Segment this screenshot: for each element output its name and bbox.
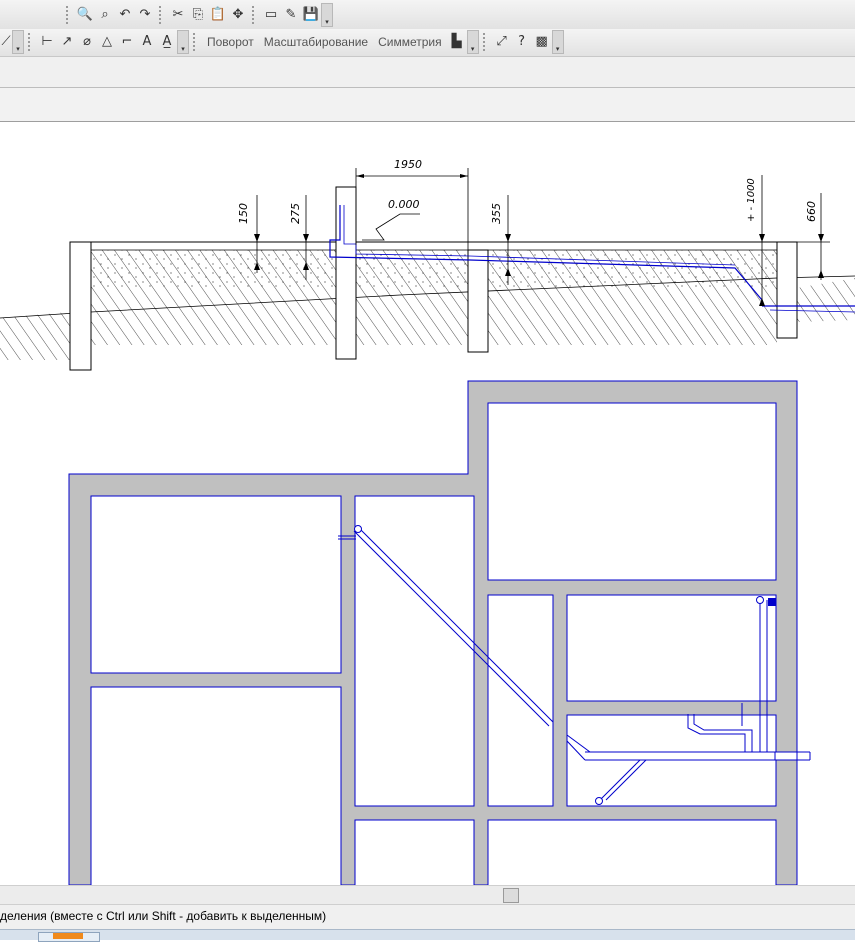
horizontal-scrollbar[interactable] xyxy=(0,885,855,904)
status-message: деления (вместе с Ctrl или Shift - добав… xyxy=(0,909,327,923)
query-icon[interactable]: ? xyxy=(512,32,532,52)
linear-dimension-icon[interactable]: ⊢ xyxy=(37,32,57,52)
ground-hatch xyxy=(797,278,855,322)
scrollbar-thumb[interactable] xyxy=(503,888,519,903)
dim-arrow xyxy=(505,234,511,242)
drawing-canvas[interactable]: 1950 0.000 150 275 355 + - 1000 660 xyxy=(0,122,855,885)
dim-text-355: 355 xyxy=(490,203,503,224)
toolbar-overflow-chevron[interactable]: ▾ xyxy=(551,29,564,54)
foundation-column-3 xyxy=(776,241,798,339)
zoom-in-icon[interactable]: 🔍 xyxy=(75,5,95,25)
angle-dimension-icon[interactable]: ↗ xyxy=(57,32,77,52)
room[interactable] xyxy=(90,686,342,885)
rotate-button[interactable]: Поворот xyxy=(202,35,259,49)
toolbar-overflow-chevron[interactable]: ▾ xyxy=(12,29,24,54)
dim-arrow xyxy=(254,234,260,242)
toolbar-grip[interactable] xyxy=(66,5,71,24)
edit-toolbar: ⟋ ▾ ⊢ ↗ ⌀ △ ⌐ A A̲ ▾ Поворот Масштабиров… xyxy=(0,29,855,57)
roughness-icon[interactable]: A̲ xyxy=(157,32,177,52)
hatch-icon[interactable]: ▩ xyxy=(532,32,552,52)
dim-arrow xyxy=(356,174,364,178)
room[interactable] xyxy=(354,819,475,885)
backfill-dots xyxy=(91,250,777,290)
level-text: 0.000 xyxy=(388,198,420,211)
undo-icon[interactable]: ↶ xyxy=(115,5,135,25)
document-tab-strip xyxy=(0,88,855,122)
drawing-svg[interactable]: 1950 0.000 150 275 355 + - 1000 660 xyxy=(0,122,855,885)
properties-icon[interactable]: ✎ xyxy=(281,5,301,25)
section-view: 1950 0.000 150 275 355 + - 1000 660 xyxy=(0,158,855,371)
floor-plan xyxy=(68,380,811,885)
arc-dimension-icon[interactable]: △ xyxy=(97,32,117,52)
toolbar-overflow-chevron[interactable]: ▾ xyxy=(177,29,189,54)
room[interactable] xyxy=(487,594,554,807)
redo-icon[interactable]: ↷ xyxy=(135,5,155,25)
dim-text-660: 660 xyxy=(805,201,818,222)
zoom-window-icon[interactable]: ⌕ xyxy=(95,5,115,25)
save-icon[interactable]: 💾 xyxy=(301,5,321,25)
copy-array-icon[interactable]: ▙ xyxy=(447,32,467,52)
dim-text-275: 275 xyxy=(289,203,302,224)
toolbar-grip[interactable] xyxy=(193,32,198,51)
dim-text-150: 150 xyxy=(237,203,250,224)
dim-arrow xyxy=(759,234,765,242)
toolbar-grip[interactable] xyxy=(482,32,488,51)
room[interactable] xyxy=(487,402,777,581)
dim-arrow xyxy=(818,234,824,242)
paste-icon[interactable]: 📋 xyxy=(208,5,228,25)
foundation-left xyxy=(69,241,92,371)
room[interactable] xyxy=(566,594,777,702)
room[interactable] xyxy=(90,495,342,674)
toolbar-separator xyxy=(159,5,164,24)
toolbar-grip[interactable] xyxy=(28,32,33,51)
scale-button[interactable]: Масштабирование xyxy=(259,35,373,49)
foundation-column-2 xyxy=(467,249,489,353)
taskbar xyxy=(0,929,855,942)
properties-panel xyxy=(0,57,855,88)
riser-marker-icon xyxy=(768,598,776,606)
toolbar-separator xyxy=(252,5,257,24)
edit-toolbar-group: ⟋ ▾ ⊢ ↗ ⌀ △ ⌐ A A̲ ▾ Поворот Масштабиров… xyxy=(0,29,564,54)
foundation-column-1 xyxy=(335,186,357,360)
status-bar: деления (вместе с Ctrl или Shift - добав… xyxy=(0,904,855,929)
room[interactable] xyxy=(487,819,777,885)
ground-hatch xyxy=(0,312,70,360)
diameter-dimension-icon[interactable]: ⌀ xyxy=(77,32,97,52)
cut-icon[interactable]: ✂ xyxy=(168,5,188,25)
symmetry-button[interactable]: Симметрия xyxy=(373,35,447,49)
standard-toolbar-group: 🔍 ⌕ ↶ ↷ ✂ ⎘ 📋 ✥ ▭ ✎ 💾 ▾ xyxy=(62,2,333,27)
level-mark xyxy=(362,213,420,241)
dim-arrow xyxy=(818,270,824,278)
app-taskbar-icon[interactable] xyxy=(53,933,83,939)
measure-icon[interactable]: ⤢ xyxy=(492,32,512,52)
dim-text-1950: 1950 xyxy=(394,158,422,171)
line-tool-icon[interactable]: ⟋ xyxy=(0,32,12,52)
leader-icon[interactable]: ⌐ xyxy=(117,32,137,52)
text-icon[interactable]: A xyxy=(137,32,157,52)
standard-toolbar: 🔍 ⌕ ↶ ↷ ✂ ⎘ 📋 ✥ ▭ ✎ 💾 ▾ xyxy=(0,0,855,30)
riser-icon[interactable] xyxy=(354,525,362,533)
toolbar-overflow-chevron[interactable]: ▾ xyxy=(321,2,333,27)
pan-icon[interactable]: ✥ xyxy=(228,5,248,25)
riser-icon[interactable] xyxy=(756,596,764,604)
toolbar-overflow-chevron[interactable]: ▾ xyxy=(466,29,479,54)
outlet-sleeve xyxy=(774,751,798,761)
dim-text-1000: + - 1000 xyxy=(746,178,757,222)
cleanout-icon[interactable] xyxy=(595,797,603,805)
copy-icon[interactable]: ⎘ xyxy=(188,5,208,25)
dim-arrow xyxy=(303,234,309,242)
layout-icon[interactable]: ▭ xyxy=(261,5,281,25)
dim-arrow xyxy=(460,174,468,178)
